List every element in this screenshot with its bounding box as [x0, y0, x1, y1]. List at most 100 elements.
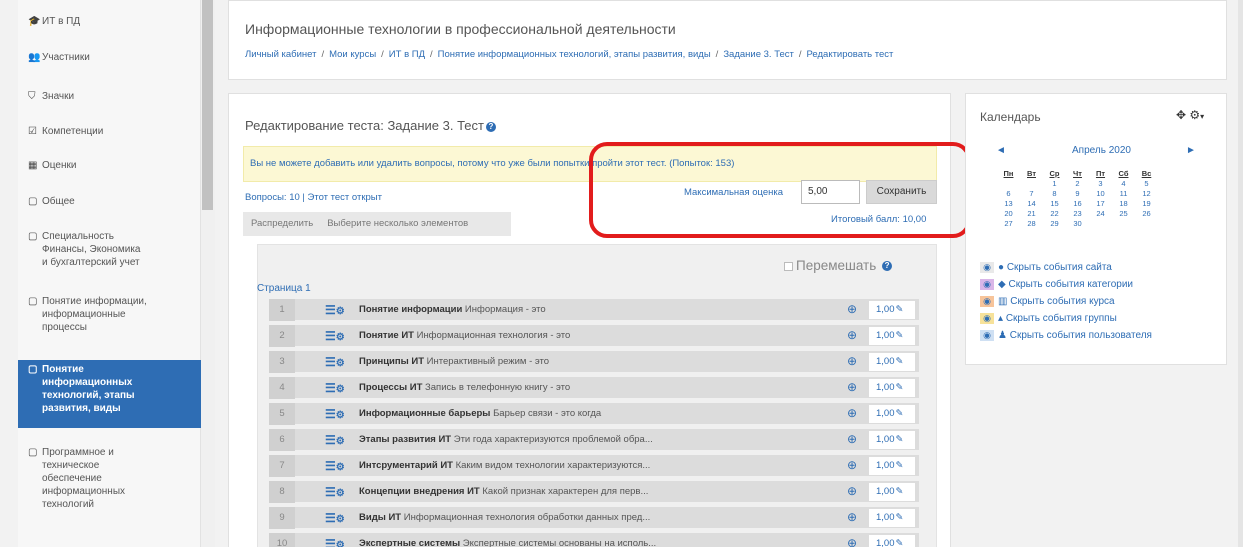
calendar-day[interactable]: 10 [1089, 189, 1112, 199]
drag-handle-icon[interactable]: ☰ [325, 459, 336, 473]
sidebar-item[interactable]: ▢ Специальность Финансы, Экономика и бухгал… [18, 230, 201, 280]
question-mark[interactable]: 1,00✎ [869, 535, 915, 547]
breadcrumb-link[interactable]: Личный кабинет [245, 49, 316, 60]
sidebar-item[interactable]: ⛉ Значки [18, 90, 201, 110]
pencil-icon[interactable]: ✎ [896, 382, 904, 393]
calendar-day[interactable]: 1 [1043, 179, 1066, 189]
sidebar-item[interactable]: ▢ Программное и техническое обеспечение инфо… [18, 446, 201, 528]
question-mark[interactable]: 1,00✎ [869, 353, 915, 371]
question-mark[interactable]: 1,00✎ [869, 301, 915, 319]
sidebar-item[interactable]: ▢ Понятие информационных технологий, этапы р… [18, 360, 201, 428]
calendar-day[interactable]: 11 [1112, 189, 1135, 199]
preview-icon[interactable]: ⊕ [847, 380, 857, 394]
eye-icon[interactable]: ◉ [980, 262, 994, 273]
preview-icon[interactable]: ⊕ [847, 406, 857, 420]
calendar-day[interactable]: 12 [1135, 189, 1158, 199]
page-scrollbar[interactable] [1238, 0, 1243, 547]
gear-icon[interactable]: ⚙ [336, 488, 345, 499]
drag-handle-icon[interactable]: ☰ [325, 485, 336, 499]
select-multiple-button[interactable]: Выберите несколько элементов [327, 218, 468, 229]
breadcrumb-link[interactable]: Мои курсы [329, 49, 376, 60]
drag-handle-icon[interactable]: ☰ [325, 355, 336, 369]
pencil-icon[interactable]: ✎ [896, 356, 904, 367]
eye-icon[interactable]: ◉ [980, 296, 994, 307]
calendar-day[interactable]: 15 [1043, 199, 1066, 209]
calendar-filter-link[interactable]: ◉ ▴ Скрыть события группы [980, 313, 1117, 324]
calendar-day[interactable]: 5 [1135, 179, 1158, 189]
question-text[interactable]: Этапы развития ИТ Эти года характеризуют… [359, 434, 653, 445]
question-text[interactable]: Виды ИТ Информационная технология обрабо… [359, 512, 650, 523]
drag-handle-icon[interactable]: ☰ [325, 433, 336, 447]
gear-icon[interactable]: ⚙ [336, 358, 345, 369]
question-text[interactable]: Принципы ИТ Интерактивный режим - это [359, 356, 549, 367]
question-type-icon[interactable]: ☰⚙ [325, 329, 345, 345]
breadcrumb-link[interactable]: ИТ в ПД [389, 49, 425, 60]
gear-icon[interactable]: ⚙ [336, 384, 345, 395]
calendar-day[interactable]: 3 [1089, 179, 1112, 189]
question-text[interactable]: Информационные барьеры Барьер связи - эт… [359, 408, 601, 419]
question-text[interactable]: Понятие ИТ Информационная технология - э… [359, 330, 570, 341]
preview-icon[interactable]: ⊕ [847, 510, 857, 524]
pencil-icon[interactable]: ✎ [896, 538, 904, 547]
calendar-day[interactable]: 30 [1066, 219, 1089, 229]
drag-handle-icon[interactable]: ☰ [325, 537, 336, 547]
question-type-icon[interactable]: ☰⚙ [325, 433, 345, 449]
gear-icon[interactable]: ⚙ [336, 540, 345, 547]
pencil-icon[interactable]: ✎ [896, 330, 904, 341]
question-text[interactable]: Процессы ИТ Запись в телефонную книгу - … [359, 382, 570, 393]
preview-icon[interactable]: ⊕ [847, 302, 857, 316]
eye-icon[interactable]: ◉ [980, 313, 994, 324]
calendar-day[interactable]: 17 [1089, 199, 1112, 209]
question-text[interactable]: Экспертные системы Экспертные системы ос… [359, 538, 656, 547]
question-mark[interactable]: 1,00✎ [869, 379, 915, 397]
calendar-day[interactable]: 25 [1112, 209, 1135, 219]
calendar-day[interactable]: 19 [1135, 199, 1158, 209]
calendar-day[interactable]: 6 [997, 189, 1020, 199]
drag-handle-icon[interactable]: ☰ [325, 407, 336, 421]
calendar-day[interactable]: 8 [1043, 189, 1066, 199]
question-type-icon[interactable]: ☰⚙ [325, 355, 345, 371]
question-type-icon[interactable]: ☰⚙ [325, 381, 345, 397]
question-mark[interactable]: 1,00✎ [869, 483, 915, 501]
question-mark[interactable]: 1,00✎ [869, 431, 915, 449]
gear-icon[interactable]: ⚙ [1189, 108, 1200, 122]
sidebar-item[interactable]: ▦ Оценки [18, 159, 201, 179]
sidebar-item[interactable]: 👥 Участники [18, 51, 201, 71]
gear-icon[interactable]: ⚙ [336, 306, 345, 317]
pencil-icon[interactable]: ✎ [896, 486, 904, 497]
preview-icon[interactable]: ⊕ [847, 458, 857, 472]
calendar-day[interactable]: 2 [1066, 179, 1089, 189]
calendar-filter-link[interactable]: ◉ ● Скрыть события сайта [980, 262, 1112, 273]
prev-month-link[interactable]: ◄ [996, 145, 1006, 156]
calendar-filter-link[interactable]: ◉ ▥ Скрыть события курса [980, 296, 1115, 307]
gear-icon[interactable]: ⚙ [336, 332, 345, 343]
calendar-filter-link[interactable]: ◉ ◆ Скрыть события категории [980, 279, 1133, 290]
question-text[interactable]: Концепции внедрения ИТ Какой признак хар… [359, 486, 648, 497]
calendar-day[interactable]: 21 [1020, 209, 1043, 219]
preview-icon[interactable]: ⊕ [847, 354, 857, 368]
shuffle-checkbox[interactable] [784, 261, 793, 271]
calendar-day[interactable]: 7 [1020, 189, 1043, 199]
calendar-day[interactable]: 9 [1066, 189, 1089, 199]
move-icon[interactable]: ✥ [1176, 108, 1186, 122]
next-month-link[interactable]: ► [1186, 145, 1196, 156]
gear-icon[interactable]: ⚙ [336, 410, 345, 421]
pencil-icon[interactable]: ✎ [896, 460, 904, 471]
calendar-day[interactable]: 4 [1112, 179, 1135, 189]
preview-icon[interactable]: ⊕ [847, 432, 857, 446]
calendar-day[interactable]: 16 [1066, 199, 1089, 209]
calendar-day[interactable]: 23 [1066, 209, 1089, 219]
drag-handle-icon[interactable]: ☰ [325, 381, 336, 395]
calendar-day[interactable]: 24 [1089, 209, 1112, 219]
question-text[interactable]: Понятие информации Информация - это [359, 304, 546, 315]
gear-icon[interactable]: ⚙ [336, 462, 345, 473]
calendar-day[interactable]: 14 [1020, 199, 1043, 209]
sidebar-item[interactable]: ▢ Общее [18, 195, 201, 215]
calendar-day[interactable]: 26 [1135, 209, 1158, 219]
question-mark[interactable]: 1,00✎ [869, 509, 915, 527]
breadcrumb-link[interactable]: Редактировать тест [807, 49, 894, 60]
breadcrumb-link[interactable]: Задание 3. Тест [723, 49, 794, 60]
repaginate-button[interactable]: Распределить [251, 218, 313, 229]
help-icon[interactable]: ? [485, 121, 496, 132]
question-type-icon[interactable]: ☰⚙ [325, 407, 345, 423]
